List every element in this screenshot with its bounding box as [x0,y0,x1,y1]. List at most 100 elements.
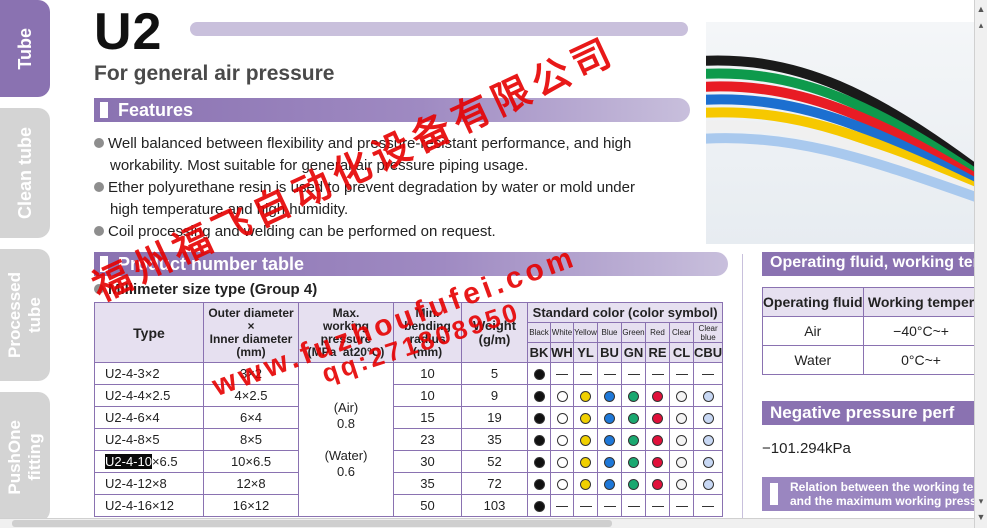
heading-notch [770,483,778,505]
scroll-page-down-icon[interactable]: ▾ [975,494,987,508]
weight-cell: 5 [461,362,528,385]
diameter-cell: 4×2.5 [203,384,299,407]
color-availability-cell [692,428,724,451]
table-row: U2-4-4×2.5 4×2.5 10 9 [94,384,724,407]
feature-line: high temperature and high humidity. [110,201,349,218]
color-dot-icon [676,413,687,425]
color-dot-icon [628,413,639,425]
relation-line: and the maximum working press [790,494,974,508]
tab-clean-tube[interactable]: Clean tube [0,108,50,238]
not-available-dash-icon [675,374,688,376]
product-table-body: U2-4-3×2 3×2 (Air) 0.8 (Water) 0.6 10 5 U2-4-… [94,362,724,517]
color-availability-cell [573,450,598,473]
type-cell: U2-4-3×2 [94,362,204,385]
color-availability-cell [573,494,598,517]
page-subtitle: For general air pressure [94,62,335,85]
col-header-radius: Min. bending radius (mm) [393,302,462,363]
color-code-header: BU [597,342,622,363]
color-availability-cell [597,494,622,517]
vertical-scrollbar[interactable]: ▲ ▴ ▼ ▾ [974,0,987,528]
horizontal-scroll-thumb[interactable] [12,520,612,527]
color-dot-icon [604,413,615,425]
color-availability-cell [692,406,724,429]
color-name-header: Clear [669,322,694,343]
diameter-cell: 3×2 [203,362,299,385]
color-availability-cell [573,428,598,451]
scroll-up-icon[interactable]: ▲ [975,2,987,16]
column-divider [742,254,743,528]
not-available-dash-icon [702,506,715,508]
color-availability-cell [597,472,622,495]
horizontal-scrollbar[interactable] [0,518,974,528]
size-type-text: Millimeter size type (Group 4) [108,281,318,298]
radius-cell: 10 [393,384,462,407]
color-dot-icon [652,435,663,447]
color-dot-icon [652,479,663,491]
table-row: U2-4-12×8 12×8 35 72 [94,472,724,495]
not-available-dash-icon [556,506,568,508]
color-availability-cell [692,472,724,495]
weight-cell: 35 [461,428,528,451]
color-dot-icon [628,457,639,469]
color-availability-cell [597,362,622,385]
color-code-header: CL [669,342,694,363]
color-dot-icon [676,435,687,447]
tab-pushone-fitting-label: PushOne fitting [5,419,44,495]
diameter-cell: 8×5 [203,428,299,451]
size-type-label: Millimeter size type (Group 4) [94,281,317,298]
table-row: U2-4-6×4 6×4 15 19 [94,406,724,429]
tab-pushone-fitting[interactable]: PushOne fitting [0,392,50,522]
tab-processed-tube[interactable]: Processed tube [0,249,50,381]
scroll-down-icon[interactable]: ▼ [975,510,987,524]
not-available-dash-icon [651,374,664,376]
fluid-header-temp: Working temper [862,287,980,317]
color-availability-cell [692,450,724,473]
product-table-heading: Product number table [118,254,305,274]
color-availability-cell [621,494,646,517]
type-cell: U2-4-6×4 [94,406,204,429]
color-dot-icon [556,435,568,447]
color-dot-icon [533,369,545,381]
table-row: U2-4-3×2 3×2 (Air) 0.8 (Water) 0.6 10 5 [94,362,724,517]
color-code-header: BK [527,342,551,363]
features-heading-bar: Features [94,98,690,122]
diameter-cell: 12×8 [203,472,299,495]
color-availability-cell [669,450,694,473]
fluid-cell: Air [762,316,864,346]
color-dot-icon [580,479,591,491]
color-dot-icon [628,435,639,447]
color-availability-cell [597,428,622,451]
color-dot-icon [533,391,545,403]
color-dot-icon [580,435,591,447]
bullet-icon [94,226,104,236]
color-name-header: Black [527,322,551,343]
color-name-header: Yellow [573,322,598,343]
feature-text: Ether polyurethane resin is used to prev… [108,179,635,196]
color-availability-cell [669,384,694,407]
features-heading: Features [118,100,194,120]
fluid-cell: 0°C~+ [862,345,980,375]
radius-cell: 35 [393,472,462,495]
not-available-dash-icon [651,506,664,508]
selected-text[interactable]: U2-4-10 [105,454,152,469]
color-availability-cell [597,450,622,473]
relation-heading: Relation between the working te and the … [762,477,974,511]
type-cell: U2-4-8×5 [94,428,204,451]
col-header-weight: Weight (g/m) [461,302,528,363]
heading-notch [100,256,108,272]
color-dot-icon [628,391,639,403]
weight-cell: 52 [461,450,528,473]
tube-coil-image [706,55,974,202]
color-availability-cell [645,362,670,385]
color-availability-cell [621,406,646,429]
tab-tube[interactable]: Tube [0,0,50,97]
title-accent-bar [190,22,688,36]
feature-text: Well balanced between flexibility and pr… [108,135,632,152]
heading-notch [100,102,108,118]
not-available-dash-icon [603,374,616,376]
color-availability-cell [527,428,551,451]
color-availability-cell [645,384,670,407]
scroll-page-icon[interactable]: ▴ [975,18,987,32]
color-name-header: Blue [597,322,622,343]
color-availability-cell [527,450,551,473]
